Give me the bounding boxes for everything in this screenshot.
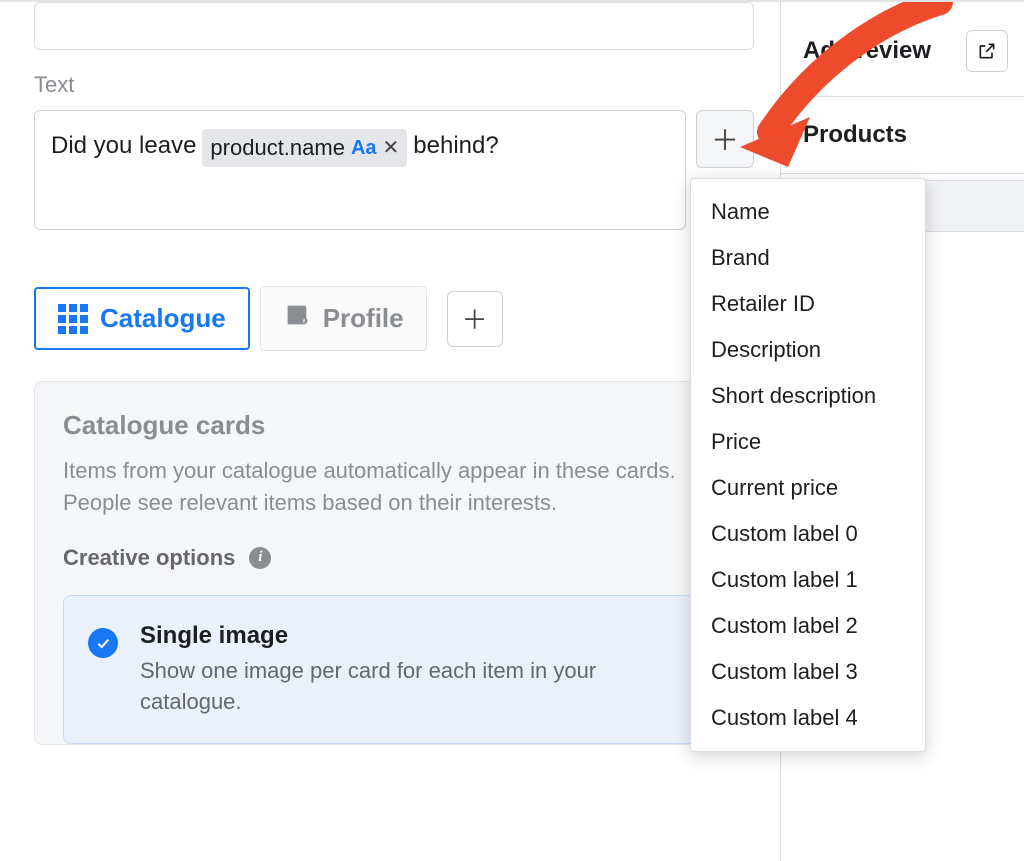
token-remove-icon[interactable]: ✕ bbox=[383, 131, 400, 165]
catalogue-cards-description: Items from your catalogue automatically … bbox=[63, 455, 683, 519]
token-value: product.name bbox=[210, 131, 345, 165]
option-title: Single image bbox=[140, 622, 660, 650]
svg-text:f: f bbox=[303, 319, 305, 325]
profile-icon: f bbox=[283, 301, 311, 336]
primary-text-input[interactable]: Did you leave product.name Aa ✕ behind? bbox=[34, 110, 686, 230]
token-format-icon[interactable]: Aa bbox=[351, 131, 377, 165]
dropdown-item[interactable]: Custom label 4 bbox=[691, 695, 925, 741]
text-field-label: Text bbox=[34, 72, 780, 98]
dropdown-item[interactable]: Name bbox=[691, 189, 925, 235]
previous-field-container bbox=[34, 2, 754, 50]
plus-icon: ＋ bbox=[711, 119, 739, 159]
dropdown-item[interactable]: Custom label 2 bbox=[691, 603, 925, 649]
text-prefix: Did you leave bbox=[51, 129, 196, 163]
selected-check-icon bbox=[88, 628, 118, 658]
option-description: Show one image per card for each item in… bbox=[140, 656, 660, 718]
dropdown-item[interactable]: Custom label 3 bbox=[691, 649, 925, 695]
text-suffix: behind? bbox=[413, 129, 498, 163]
dropdown-item[interactable]: Price bbox=[691, 419, 925, 465]
tab-profile[interactable]: f Profile bbox=[260, 286, 427, 351]
catalogue-cards-panel: Catalogue cards Items from your catalogu… bbox=[34, 381, 754, 745]
tab-catalogue-label: Catalogue bbox=[100, 303, 226, 334]
dropdown-item[interactable]: Retailer ID bbox=[691, 281, 925, 327]
open-preview-button[interactable] bbox=[966, 30, 1008, 72]
plus-icon: ＋ bbox=[462, 300, 488, 337]
external-link-icon bbox=[977, 41, 997, 61]
creative-option-single-image[interactable]: Single image Show one image per card for… bbox=[63, 595, 725, 745]
dynamic-token-chip[interactable]: product.name Aa ✕ bbox=[202, 129, 407, 167]
dropdown-item[interactable]: Short description bbox=[691, 373, 925, 419]
catalogue-grid-icon bbox=[58, 304, 88, 334]
info-icon[interactable]: i bbox=[249, 547, 271, 569]
dropdown-item[interactable]: Custom label 0 bbox=[691, 511, 925, 557]
token-dropdown-menu: Name Brand Retailer ID Description Short… bbox=[690, 178, 926, 752]
tab-profile-label: Profile bbox=[323, 303, 404, 334]
add-tab-button[interactable]: ＋ bbox=[447, 291, 503, 347]
products-heading: Products bbox=[781, 97, 1024, 173]
dropdown-item[interactable]: Brand bbox=[691, 235, 925, 281]
dropdown-item[interactable]: Current price bbox=[691, 465, 925, 511]
tab-catalogue[interactable]: Catalogue bbox=[34, 287, 250, 350]
add-token-button[interactable]: ＋ bbox=[696, 110, 754, 168]
ad-preview-heading: Ad preview bbox=[803, 37, 931, 65]
dropdown-item[interactable]: Description bbox=[691, 327, 925, 373]
catalogue-cards-title: Catalogue cards bbox=[63, 410, 725, 441]
dropdown-item[interactable]: Custom label 1 bbox=[691, 557, 925, 603]
creative-options-label: Creative options bbox=[63, 545, 235, 571]
